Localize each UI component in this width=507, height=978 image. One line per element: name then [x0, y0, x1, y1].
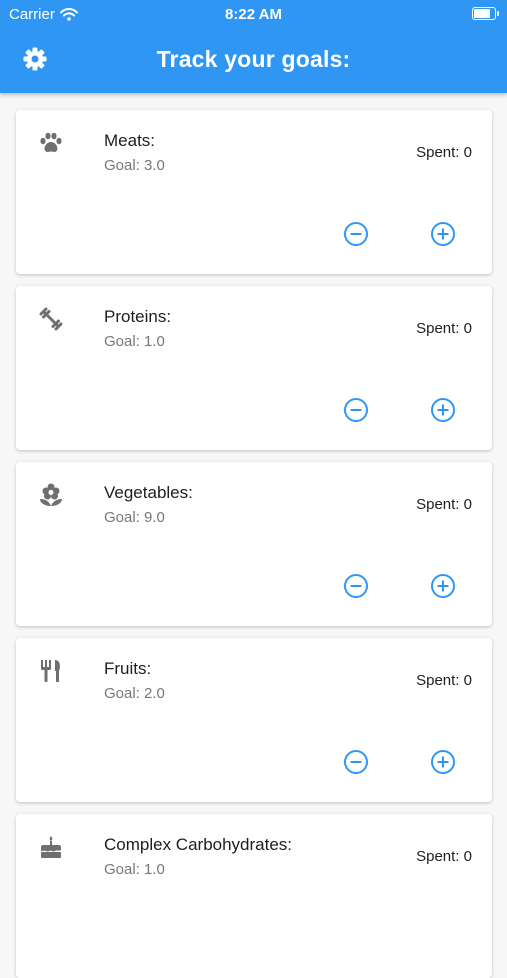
category-goal: Goal: 9.0 [104, 509, 165, 526]
spent-value: Spent: 0 [416, 496, 472, 513]
battery-level [474, 9, 491, 18]
minus-circle-icon[interactable] [343, 397, 369, 423]
app-bar: Carrier 8:22 AM Track your goals: [0, 0, 507, 93]
status-bar: Carrier 8:22 AM [0, 0, 507, 28]
utensils-icon [38, 658, 64, 684]
plus-circle-icon[interactable] [430, 397, 456, 423]
spent-value: Spent: 0 [416, 320, 472, 337]
goal-card-vegetables: Vegetables: Goal: 9.0 Spent: 0 [16, 462, 492, 626]
goal-card-proteins: Proteins: Goal: 1.0 Spent: 0 [16, 286, 492, 450]
category-goal: Goal: 3.0 [104, 157, 165, 174]
category-name: Complex Carbohydrates: [104, 835, 293, 854]
dumbbell-icon [38, 306, 64, 332]
goal-card-complex-carbohydrates: Complex Carbohydrates: Goal: 1.0 Spent: … [16, 814, 492, 978]
plus-circle-icon[interactable] [430, 749, 456, 775]
goal-card-meats: Meats: Goal: 3.0 Spent: 0 [16, 110, 492, 274]
flower-icon [38, 482, 64, 508]
plus-circle-icon[interactable] [430, 573, 456, 599]
cake-icon [38, 834, 64, 860]
minus-circle-icon[interactable] [343, 573, 369, 599]
minus-circle-icon[interactable] [343, 221, 369, 247]
plus-circle-icon[interactable] [430, 221, 456, 247]
category-goal: Goal: 1.0 [104, 333, 165, 350]
spent-value: Spent: 0 [416, 848, 472, 865]
category-goal: Goal: 1.0 [104, 861, 165, 878]
minus-circle-icon[interactable] [343, 749, 369, 775]
paw-icon [38, 130, 64, 156]
spent-value: Spent: 0 [416, 672, 472, 689]
battery-icon [472, 7, 499, 20]
spent-value: Spent: 0 [416, 144, 472, 161]
category-name: Meats: [104, 131, 156, 150]
category-name: Vegetables: [104, 483, 193, 502]
page-title: Track your goals: [156, 46, 351, 72]
category-goal: Goal: 2.0 [104, 685, 165, 702]
category-name: Fruits: [104, 659, 152, 678]
category-name: Proteins: [104, 307, 172, 326]
goal-card-fruits: Fruits: Goal: 2.0 Spent: 0 [16, 638, 492, 802]
status-time: 8:22 AM [225, 6, 282, 23]
